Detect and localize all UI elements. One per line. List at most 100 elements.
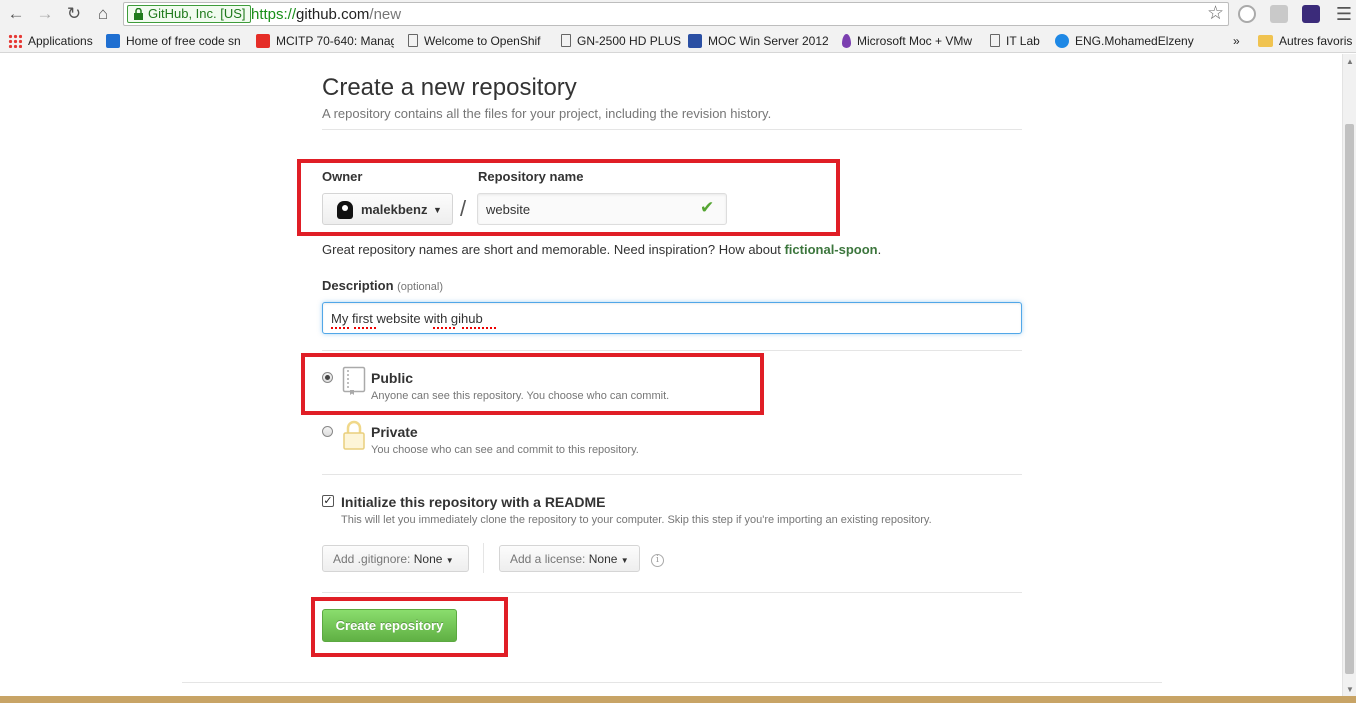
page-icon <box>990 34 1000 47</box>
ev-certificate-badge[interactable]: GitHub, Inc. [US] <box>127 5 251 23</box>
spellcheck-underline <box>331 327 351 329</box>
vertical-divider <box>483 543 484 573</box>
bookmark-item[interactable]: ENG.MohamedElzeny <box>1055 33 1194 49</box>
create-repository-button[interactable]: Create repository <box>322 609 457 642</box>
reload-icon[interactable]: ↻ <box>63 3 85 25</box>
caret-down-icon: ▼ <box>620 556 629 565</box>
scroll-thumb[interactable] <box>1345 124 1354 674</box>
license-label: Add a license: <box>510 552 586 566</box>
site-icon <box>106 34 120 48</box>
description-label-text: Description <box>322 278 394 293</box>
readme-checkbox[interactable]: ✓ <box>322 495 334 507</box>
browser-toolbar: ← → ↻ ⌂ GitHub, Inc. [US] https://github… <box>0 0 1356 29</box>
bookmark-item[interactable]: GN-2500 HD PLUS <box>561 33 681 49</box>
forward-icon[interactable]: → <box>34 3 56 25</box>
repo-name-hint: Great repository names are short and mem… <box>322 242 881 257</box>
bookmark-label: GN-2500 HD PLUS <box>577 34 682 48</box>
apps-grid-icon <box>8 34 22 48</box>
license-dropdown[interactable]: Add a license: None ▼ <box>499 545 640 572</box>
page-icon <box>408 34 418 47</box>
readme-note: This will let you immediately clone the … <box>341 514 932 526</box>
bookmark-item[interactable]: IT Lab <box>990 33 1040 49</box>
url-host: github.com <box>296 6 370 23</box>
url-text: https://github.com/new <box>251 6 401 23</box>
ev-badge-text: GitHub, Inc. [US] <box>148 6 246 21</box>
bookmark-label: Home of free code sn <box>126 34 241 48</box>
bookmark-item[interactable]: MOC Win Server 2012 <box>688 33 828 49</box>
owner-name: malekbenz <box>361 202 428 217</box>
name-suggestion[interactable]: fictional-spoon <box>784 242 877 257</box>
site-icon <box>1055 34 1069 48</box>
bookmark-label: IT Lab <box>1006 34 1040 48</box>
other-bookmarks-folder[interactable]: Autres favoris <box>1258 33 1352 49</box>
bookmark-apps[interactable]: Applications <box>8 33 93 49</box>
hint-text: Great repository names are short and mem… <box>322 242 785 257</box>
public-option-note: Anyone can see this repository. You choo… <box>371 390 670 402</box>
readme-label: Initialize this repository with a README <box>341 494 606 510</box>
bookmark-item[interactable]: MCITP 70-640: Manag <box>256 33 394 49</box>
spellcheck-underline <box>462 327 498 329</box>
repo-book-icon <box>342 366 366 395</box>
folder-icon <box>1258 35 1273 47</box>
home-icon[interactable]: ⌂ <box>92 3 114 25</box>
license-value: None <box>588 552 618 566</box>
caret-down-icon: ▼ <box>445 556 454 565</box>
repo-name-label: Repository name <box>478 169 584 184</box>
bookmark-item[interactable]: Welcome to OpenShif <box>408 33 544 49</box>
bookmark-label: Applications <box>28 34 93 48</box>
bookmark-label: Welcome to OpenShif <box>424 34 541 48</box>
angular-extension-icon[interactable] <box>1270 5 1288 23</box>
bookmark-label: MOC Win Server 2012 <box>708 34 828 48</box>
private-option-title: Private <box>371 424 418 440</box>
spellcheck-underline <box>433 327 456 329</box>
url-path: /new <box>369 6 402 23</box>
avatar <box>337 201 353 219</box>
check-icon: ✔ <box>700 198 715 217</box>
footer-divider <box>182 682 1162 683</box>
bookmark-label: Microsoft Moc + VMw <box>857 34 973 48</box>
page-icon <box>561 34 571 47</box>
site-icon <box>688 34 702 48</box>
back-icon[interactable]: ← <box>5 3 27 25</box>
extension-icon[interactable] <box>1238 5 1256 23</box>
description-label: Description (optional) <box>322 278 443 293</box>
drop-icon <box>842 34 851 48</box>
address-bar[interactable]: GitHub, Inc. [US] https://github.com/new… <box>123 2 1229 26</box>
gitignore-dropdown[interactable]: Add .gitignore: None ▼ <box>322 545 469 572</box>
optional-tag: (optional) <box>397 281 443 293</box>
info-icon[interactable]: i <box>651 554 664 567</box>
private-radio[interactable] <box>322 426 333 437</box>
bookmark-label: MCITP 70-640: Manag <box>276 34 394 48</box>
bookmark-item[interactable]: Microsoft Moc + VMw <box>842 33 976 49</box>
scroll-down-icon[interactable]: ▼ <box>1346 685 1354 694</box>
page-title: Create a new repository <box>322 74 577 101</box>
caret-down-icon: ▼ <box>433 205 442 215</box>
bookmark-item[interactable]: Home of free code sn <box>106 33 242 49</box>
page-subtitle: A repository contains all the files for … <box>322 106 772 121</box>
owner-dropdown[interactable]: malekbenz ▼ <box>322 193 453 225</box>
bookmark-star-icon[interactable]: ☆ <box>1207 3 1224 25</box>
public-option-title: Public <box>371 370 414 386</box>
profile-extension-icon[interactable] <box>1302 5 1320 23</box>
scroll-up-icon[interactable]: ▲ <box>1346 57 1354 66</box>
public-radio[interactable] <box>322 372 333 383</box>
bookmark-label: Autres favoris <box>1279 34 1353 48</box>
owner-label: Owner <box>322 169 363 184</box>
divider <box>322 592 1022 593</box>
gitignore-value: None <box>413 552 443 566</box>
menu-icon[interactable]: ☰ <box>1333 3 1355 25</box>
owner-repo-separator: / <box>460 196 467 221</box>
repo-name-input[interactable] <box>477 193 727 225</box>
bookmarks-bar: Applications Home of free code sn MCITP … <box>0 29 1356 53</box>
youtube-icon <box>256 34 270 48</box>
divider <box>322 350 1022 351</box>
divider <box>322 129 1022 130</box>
lock-icon <box>343 420 365 450</box>
taskbar-edge <box>0 696 1356 703</box>
private-option-note: You choose who can see and commit to thi… <box>371 444 639 456</box>
page-scrollbar[interactable]: ▲ ▼ <box>1342 54 1356 696</box>
description-input[interactable] <box>322 302 1022 334</box>
more-bookmarks-button[interactable]: » <box>1233 33 1240 49</box>
lock-icon <box>134 8 143 20</box>
gitignore-label: Add .gitignore: <box>333 552 411 566</box>
